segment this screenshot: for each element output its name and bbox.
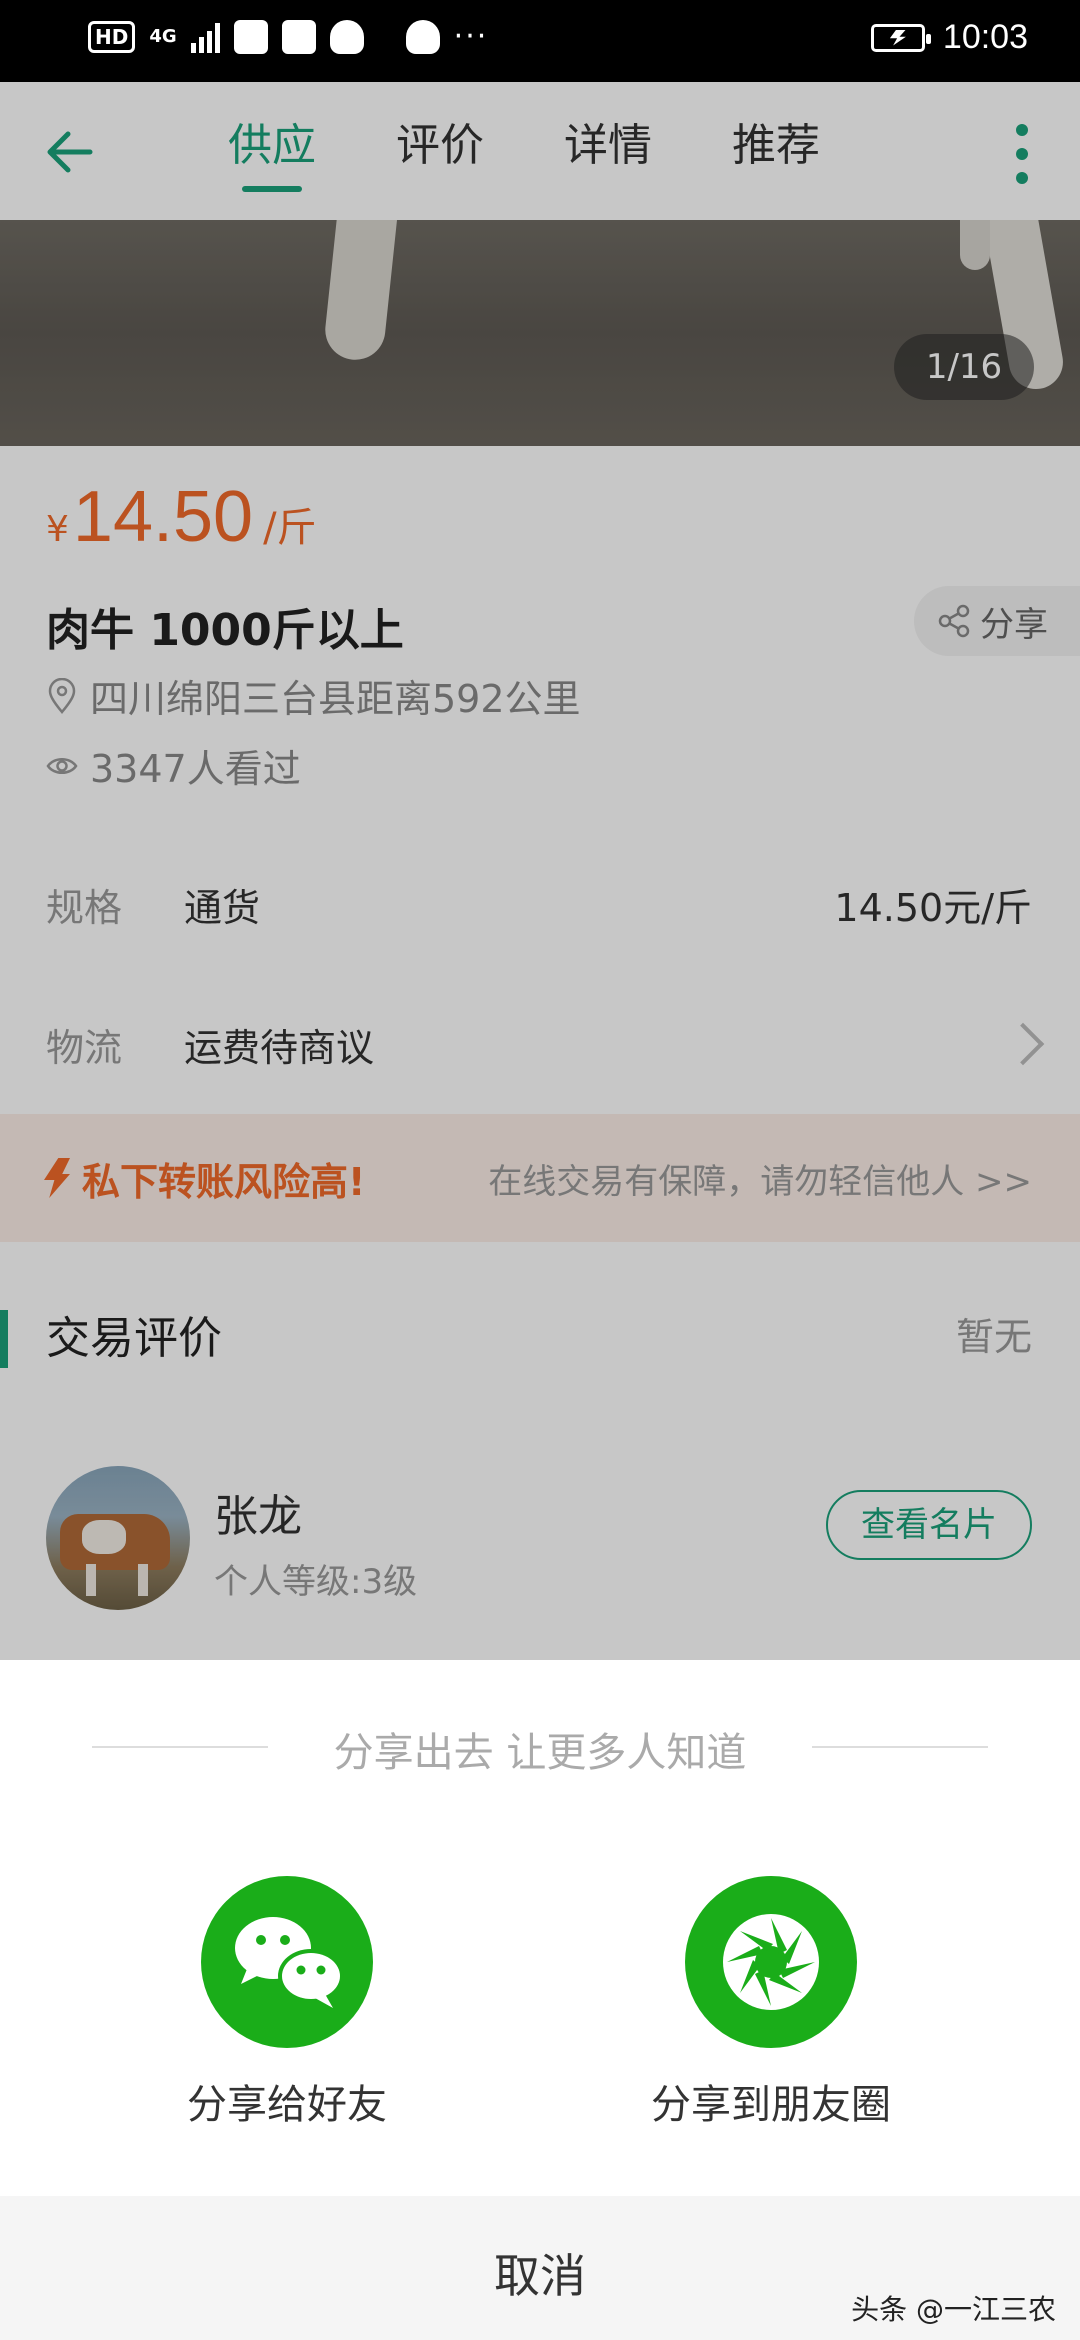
qq-icon	[329, 20, 364, 54]
status-bar: HD 4G ··· 10:03	[0, 0, 1080, 82]
share-to-friend-label: 分享给好友	[187, 2082, 387, 2128]
battery-charging-icon	[870, 23, 931, 52]
cancel-button[interactable]: 取消 头条 @一江三农	[0, 2196, 1080, 2340]
moments-icon-glyph	[723, 1914, 819, 2010]
share-sheet-title: 分享出去 让更多人知道	[333, 1730, 747, 1776]
calendar-icon	[233, 20, 268, 54]
network-type: 4G	[149, 26, 177, 47]
share-to-friend-button[interactable]: 分享给好友	[122, 1876, 452, 2130]
divider-right	[812, 1746, 988, 1748]
signal-icon	[190, 21, 220, 53]
share-to-moments-button[interactable]: 分享到朋友圈	[606, 1876, 936, 2130]
wechat-icon-glyph	[235, 1917, 344, 2008]
wechat-notification-icon	[405, 20, 440, 54]
share-to-moments-label: 分享到朋友圈	[651, 2082, 891, 2128]
moments-icon	[685, 1876, 857, 2048]
watermark: 头条 @一江三农	[851, 2293, 1056, 2326]
hd-badge: HD	[88, 21, 136, 53]
wechat-icon	[201, 1876, 373, 2048]
car-icon	[281, 20, 316, 54]
more-notifications-icon: ···	[453, 19, 489, 54]
share-sheet: 分享出去 让更多人知道 分享给好友 分享到朋友圈 取消 头条 @一江三农	[0, 1660, 1080, 2340]
clock: 10:03	[942, 18, 1028, 56]
